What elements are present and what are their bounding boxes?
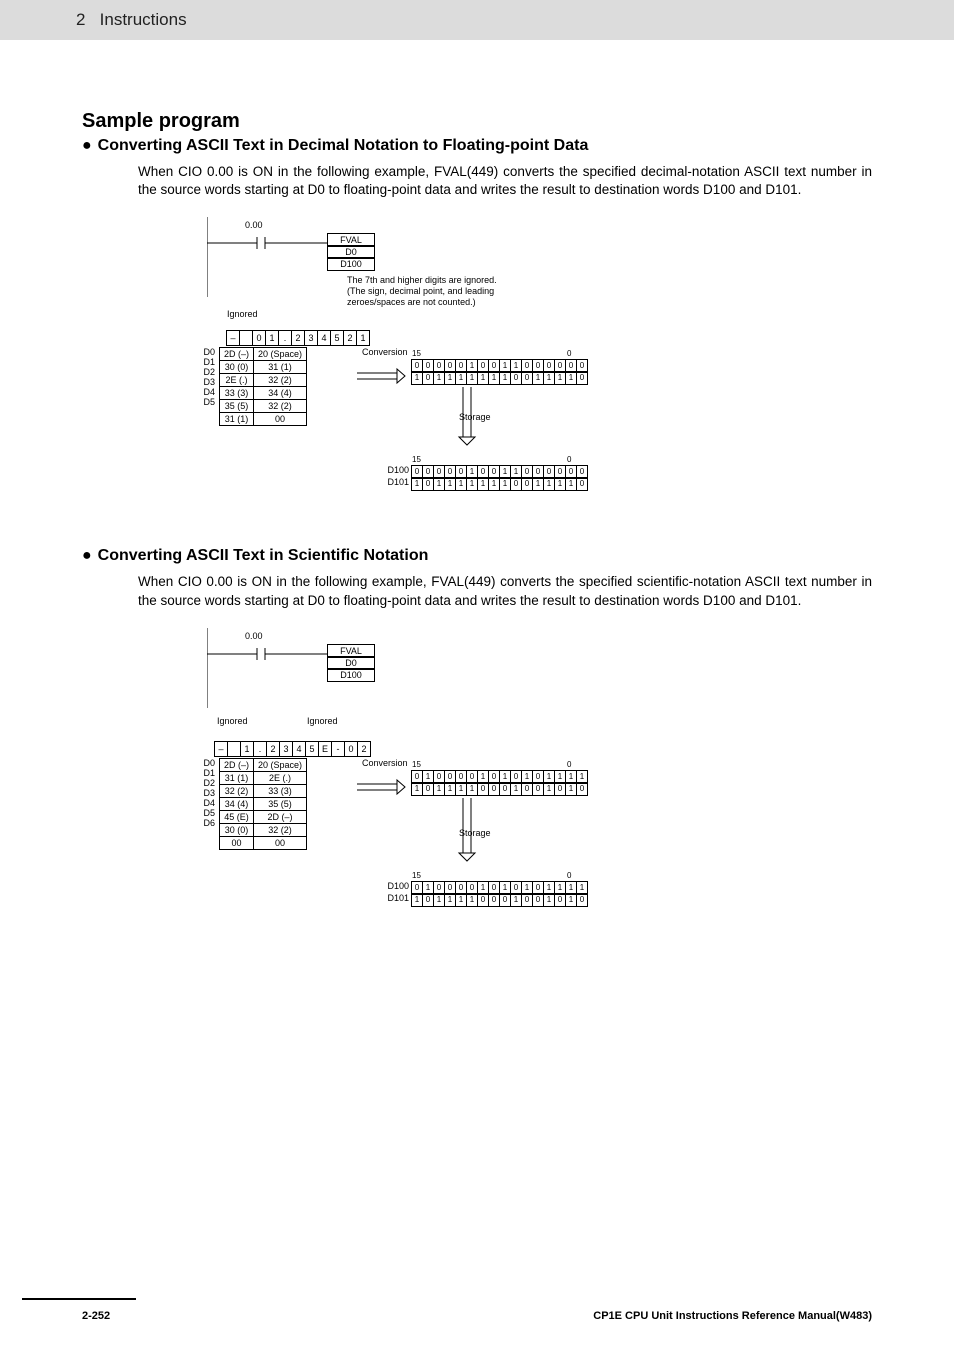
chapter-title: Instructions — [100, 10, 187, 29]
ignored-label: Ignored — [227, 309, 258, 319]
instr-d100: D100 — [327, 668, 375, 682]
arrow-down-icon — [457, 387, 477, 447]
bits-row-d: 1011111110011110 — [412, 477, 588, 491]
ascii-table: 2D (–)20 (Space) 31 (1)2E (.) 32 (2)33 (… — [219, 758, 307, 850]
bit-hi-2: 15 — [412, 871, 421, 880]
section-title: Sample program — [82, 110, 872, 133]
bit-hi-2: 15 — [412, 455, 421, 464]
contact-label: 0.00 — [245, 220, 263, 230]
diagram-scientific: 0.00 FVAL D0 D100 Ignored Ignored – 1 . … — [197, 628, 757, 938]
content: Sample program Converting ASCII Text in … — [0, 40, 954, 938]
conversion-label: Conversion — [362, 347, 408, 357]
chapter-header: 2 Instructions — [0, 0, 954, 40]
conversion-label: Conversion — [362, 758, 408, 768]
bits-row-d: 1011110001001010 — [412, 893, 588, 907]
page-number: 2-252 — [82, 1310, 110, 1322]
arrow-right-icon — [357, 367, 407, 387]
bits-row-b: 1011110001001010 — [412, 782, 588, 796]
bits-row-b: 1011111110011110 — [412, 371, 588, 385]
note-text: The 7th and higher digits are ignored. (… — [347, 275, 497, 307]
subsection-2-title: Converting ASCII Text in Scientific Nota… — [82, 547, 872, 565]
footer: 2-252 CP1E CPU Unit Instructions Referen… — [82, 1310, 872, 1322]
instr-d100: D100 — [327, 257, 375, 271]
arrow-down-icon — [457, 798, 477, 863]
d-row-labels: D0 D1 D2 D3 D4 D5 — [197, 347, 215, 407]
bit-lo: 0 — [567, 760, 571, 769]
bit-lo-2: 0 — [567, 871, 571, 880]
diagram-decimal: 0.00 FVAL D0 D100 The 7th and higher dig… — [197, 217, 757, 517]
manual-title: CP1E CPU Unit Instructions Reference Man… — [593, 1310, 872, 1322]
bit-lo: 0 — [567, 349, 571, 358]
arrow-right-icon — [357, 778, 407, 798]
subsection-1-body: When CIO 0.00 is ON in the following exa… — [138, 163, 872, 199]
bit-hi: 15 — [412, 760, 421, 769]
subsection-2-body: When CIO 0.00 is ON in the following exa… — [138, 573, 872, 609]
contact-label: 0.00 — [245, 631, 263, 641]
d-row-labels: D0 D1 D2 D3 D4 D5 D6 — [197, 758, 215, 828]
char-cells: – 1 . 2 3 4 5 E - 0 2 — [215, 741, 371, 757]
page: 2 Instructions Sample program Converting… — [0, 0, 954, 1350]
bit-lo-2: 0 — [567, 455, 571, 464]
ascii-table: 2D (–)20 (Space) 30 (0)31 (1) 2E (.)32 (… — [219, 347, 307, 426]
ignored-2: Ignored — [307, 716, 338, 726]
bit-hi: 15 — [412, 349, 421, 358]
subsection-1-title: Converting ASCII Text in Decimal Notatio… — [82, 137, 872, 155]
footer-rule — [22, 1298, 136, 1300]
ignored-1: Ignored — [217, 716, 248, 726]
char-cells: – 0 1 . 2 3 4 5 2 1 — [227, 330, 370, 346]
chapter-number: 2 — [76, 10, 85, 29]
